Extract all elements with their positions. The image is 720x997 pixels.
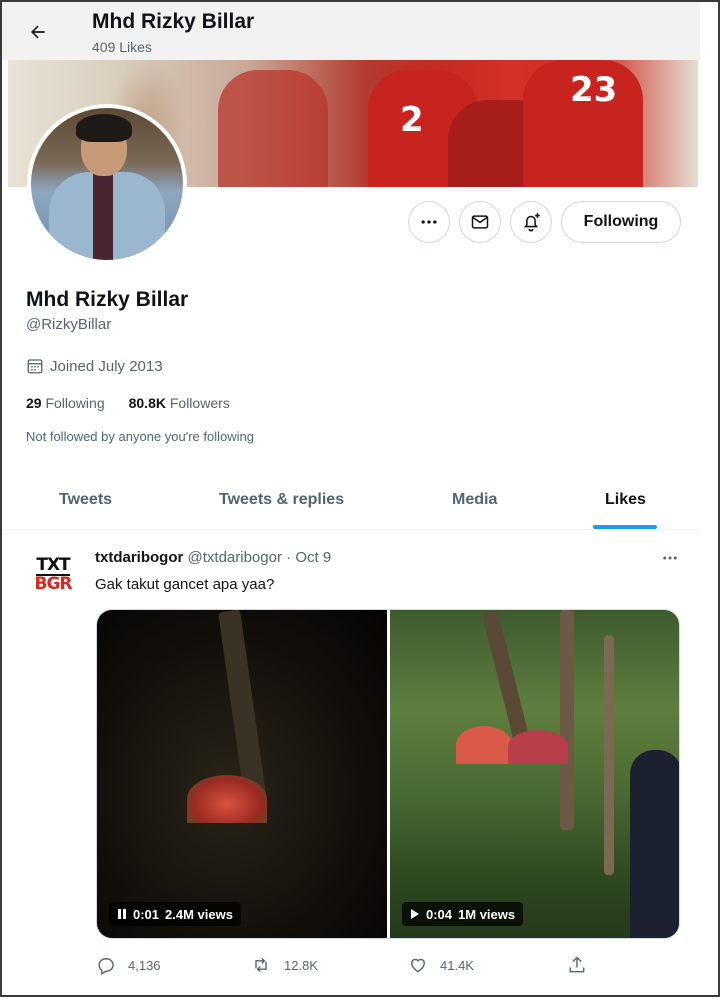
video-person <box>630 750 679 938</box>
reply-button[interactable]: 4,136 <box>96 955 161 975</box>
video-status-pill: 0:01 2.4M views <box>109 902 241 926</box>
tweet-text: Gak takut gancet apa yaa? <box>95 576 275 593</box>
tweet-author-name[interactable]: txtdaribogor <box>95 549 183 566</box>
active-tab-indicator <box>593 525 657 529</box>
tweet-more-button[interactable] <box>656 548 684 568</box>
banner-jersey-number: 23 <box>570 70 618 110</box>
tab-likes[interactable]: Likes <box>605 470 646 530</box>
joined-date-text: Joined July 2013 <box>50 357 163 375</box>
video-views: 2.4M views <box>165 906 233 922</box>
tweet-header: txtdaribogor @txtdaribogor · Oct 9 <box>95 549 331 566</box>
calendar-icon <box>27 359 43 374</box>
more-options-button[interactable] <box>408 201 450 243</box>
profile-header-bar: Mhd Rizky Billar 409 Likes <box>2 2 700 60</box>
play-icon <box>411 909 419 919</box>
profile-display-name: Mhd Rizky Billar <box>26 288 189 311</box>
tweet-video-2[interactable]: 0:04 1M views <box>390 610 679 938</box>
profile-stats: 29 Following 80.8K Followers <box>26 395 230 411</box>
avatar-figure-shirt <box>93 172 113 260</box>
following-count-link[interactable]: 29 Following <box>26 395 105 411</box>
profile-joined: Joined July 2013 <box>26 357 163 375</box>
tweet-author-avatar[interactable]: TXT BGR <box>30 552 76 598</box>
tab-media[interactable]: Media <box>452 470 497 530</box>
back-button[interactable] <box>22 16 54 48</box>
tweet-date[interactable]: Oct 9 <box>295 549 331 566</box>
banner-jersey-number: 2 <box>400 100 424 140</box>
video-tree <box>560 610 574 830</box>
notifications-button[interactable] <box>510 201 552 243</box>
tab-tweets-replies[interactable]: Tweets & replies <box>219 470 344 530</box>
followers-count-link[interactable]: 80.8K Followers <box>129 395 230 411</box>
reply-count: 4,136 <box>128 957 161 973</box>
video-tent <box>187 775 267 823</box>
tab-tweets[interactable]: Tweets <box>59 470 112 530</box>
pause-icon <box>118 909 126 919</box>
header-likes-count: 409 Likes <box>92 39 152 55</box>
following-button[interactable]: Following <box>561 201 681 243</box>
video-tent <box>456 726 512 764</box>
followers-count: 80.8K <box>128 395 166 411</box>
bell-plus-icon <box>523 213 540 232</box>
tweet-video-1[interactable]: 0:01 2.4M views <box>97 610 387 938</box>
video-tent <box>508 730 568 764</box>
video-post <box>604 635 614 875</box>
tweet-media-grid: 0:01 2.4M views 0:04 1M views <box>96 609 680 939</box>
tweet-author-handle[interactable]: @txtdaribogor <box>188 549 282 566</box>
share-button[interactable] <box>567 955 587 975</box>
more-horizontal-icon <box>421 220 437 224</box>
video-views: 1M views <box>458 906 516 922</box>
profile-handle: @RizkyBillar <box>26 316 112 333</box>
retweet-button[interactable]: 12.8K <box>250 955 318 975</box>
profile-tabs: Tweets Tweets & replies Media Likes <box>2 470 700 530</box>
followers-you-know-note: Not followed by anyone you're following <box>26 429 254 444</box>
tweet-separator: · <box>286 549 292 566</box>
retweet-icon <box>255 957 267 973</box>
like-count: 41.4K <box>440 957 474 973</box>
more-horizontal-icon <box>663 556 677 560</box>
share-icon <box>569 956 585 973</box>
envelope-icon <box>471 215 489 229</box>
following-count: 29 <box>26 395 42 411</box>
video-status-pill: 0:04 1M views <box>402 902 524 926</box>
retweet-count: 12.8K <box>284 957 318 973</box>
heart-icon <box>411 958 425 973</box>
video-time: 0:01 <box>133 906 160 922</box>
avatar-figure-hair <box>76 114 132 142</box>
followers-label: Followers <box>169 395 230 411</box>
profile-avatar[interactable] <box>27 104 187 264</box>
reply-icon <box>98 958 114 975</box>
logo-text-bottom: BGR <box>34 574 72 594</box>
arrow-left-icon <box>31 25 45 39</box>
header-display-name: Mhd Rizky Billar <box>92 10 255 33</box>
like-button[interactable]: 41.4K <box>408 955 474 975</box>
message-button[interactable] <box>459 201 501 243</box>
video-time: 0:04 <box>426 906 453 922</box>
banner-player <box>218 70 328 187</box>
following-label: Following <box>45 395 105 411</box>
